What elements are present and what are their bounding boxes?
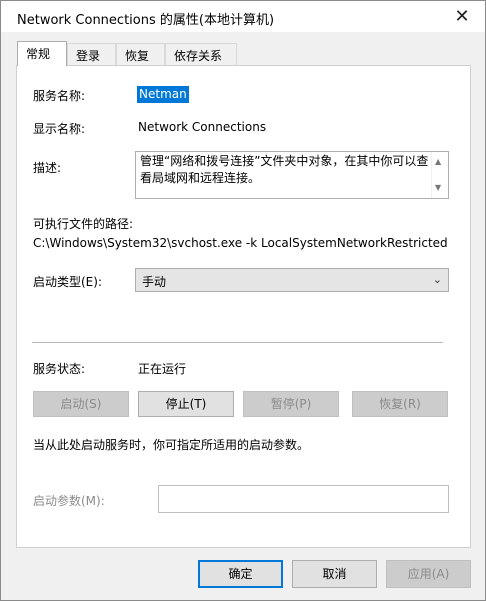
tab-general[interactable]: 常规 bbox=[17, 41, 67, 66]
path-label: 可执行文件的路径: bbox=[33, 217, 134, 231]
service-name-value[interactable]: Netman bbox=[137, 86, 189, 103]
description-textbox[interactable]: 管理“网络和拨号连接”文件夹中对象，在其中你可以查看局域网和远程连接。 ▲ ▼ bbox=[135, 151, 449, 199]
title-bar[interactable]: Network Connections 的属性(本地计算机) ✕ bbox=[1, 1, 485, 32]
apply-button[interactable]: 应用(A) bbox=[386, 560, 471, 588]
start-params-input[interactable] bbox=[158, 485, 449, 513]
general-panel bbox=[16, 65, 471, 548]
cancel-button[interactable]: 取消 bbox=[292, 560, 377, 588]
tab-recovery[interactable]: 恢复 bbox=[116, 43, 165, 65]
tab-dependencies[interactable]: 依存关系 bbox=[165, 43, 237, 65]
startup-type-label: 启动类型(E): bbox=[33, 275, 102, 289]
executable-path: C:\Windows\System32\svchost.exe -k Local… bbox=[33, 236, 449, 250]
startup-type-value: 手动 bbox=[142, 275, 167, 289]
start-params-label: 启动参数(M): bbox=[33, 494, 105, 508]
resume-button[interactable]: 恢复(R) bbox=[352, 391, 448, 417]
window-title: Network Connections 的属性(本地计算机) bbox=[17, 13, 275, 28]
ok-button[interactable]: 确定 bbox=[198, 560, 283, 588]
pause-button[interactable]: 暂停(P) bbox=[243, 391, 339, 417]
close-button[interactable]: ✕ bbox=[439, 1, 485, 32]
service-status-value: 正在运行 bbox=[138, 362, 187, 376]
display-name-label: 显示名称: bbox=[33, 122, 86, 136]
service-name-label: 服务名称: bbox=[33, 89, 86, 103]
start-button[interactable]: 启动(S) bbox=[33, 391, 129, 417]
stop-button[interactable]: 停止(T) bbox=[138, 391, 234, 417]
scroll-down-icon[interactable]: ▼ bbox=[435, 179, 441, 196]
display-name-value: Network Connections bbox=[138, 120, 267, 134]
divider bbox=[32, 342, 443, 343]
start-params-note: 当从此处启动服务时，你可指定所适用的启动参数。 bbox=[33, 438, 310, 452]
description-text: 管理“网络和拨号连接”文件夹中对象，在其中你可以查看局域网和远程连接。 bbox=[140, 154, 429, 185]
startup-type-dropdown[interactable]: 手动 ⌄ bbox=[135, 268, 449, 292]
close-icon: ✕ bbox=[454, 6, 470, 27]
tab-logon[interactable]: 登录 bbox=[67, 43, 116, 65]
description-label: 描述: bbox=[33, 161, 62, 175]
service-status-label: 服务状态: bbox=[33, 362, 86, 376]
chevron-down-icon: ⌄ bbox=[432, 273, 442, 286]
properties-dialog: Network Connections 的属性(本地计算机) ✕ 常规 登录 恢… bbox=[0, 0, 486, 601]
scroll-up-icon[interactable]: ▲ bbox=[435, 153, 441, 170]
description-scrollbar[interactable]: ▲ ▼ bbox=[431, 152, 448, 198]
